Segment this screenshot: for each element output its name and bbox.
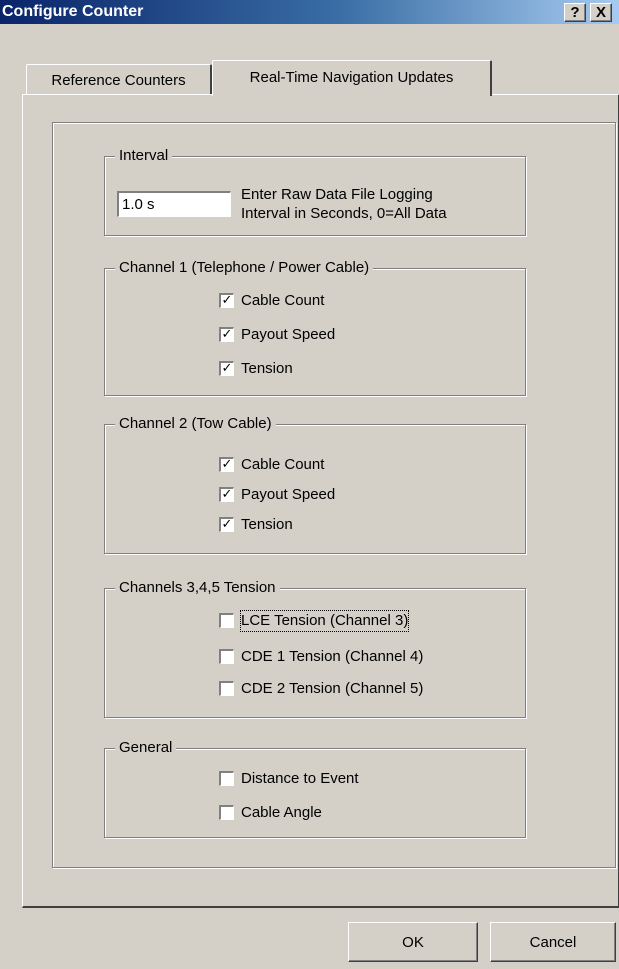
cancel-button[interactable]: Cancel — [490, 922, 616, 962]
checkbox-icon[interactable] — [219, 649, 234, 664]
checkbox-label: LCE Tension (Channel 3) — [239, 610, 410, 632]
checkbox-label: Tension — [241, 360, 293, 377]
checkbox-label: Payout Speed — [241, 326, 336, 343]
checkbox-label: Distance to Event — [241, 770, 359, 787]
help-button[interactable]: ? — [564, 3, 586, 22]
checkbox-label: Cable Count — [241, 292, 325, 309]
checkbox-label: Cable Angle — [241, 804, 322, 821]
checkbox-label: Payout Speed — [241, 486, 336, 503]
channels345-group-title: Channels 3,4,5 Tension — [115, 579, 280, 597]
channel1-group: Channel 1 (Telephone / Power Cable) ✓ Ca… — [104, 259, 526, 396]
ok-button[interactable]: OK — [348, 922, 478, 962]
interval-input[interactable] — [117, 191, 231, 217]
checkbox-icon[interactable]: ✓ — [219, 457, 234, 472]
title-bar: Configure Counter ? X — [0, 0, 619, 24]
channel2-group-title: Channel 2 (Tow Cable) — [115, 415, 276, 433]
checkbox-icon[interactable]: ✓ — [219, 327, 234, 342]
tab-real-time-navigation-updates[interactable]: Real-Time Navigation Updates — [212, 60, 492, 96]
checkbox-label: CDE 2 Tension (Channel 5) — [241, 680, 424, 697]
checkbox-icon[interactable]: ✓ — [219, 487, 234, 502]
interval-hint-line2: Interval in Seconds, 0=All Data — [241, 205, 447, 222]
interval-hint-line1: Enter Raw Data File Logging — [241, 186, 433, 203]
checkbox-label: Cable Count — [241, 456, 325, 473]
checkbox-icon[interactable] — [219, 805, 234, 820]
checkbox-icon[interactable]: ✓ — [219, 517, 234, 532]
checkbox-icon[interactable] — [219, 771, 234, 786]
general-group-title: General — [115, 739, 177, 757]
channel2-group: Channel 2 (Tow Cable) ✓ Cable Count ✓ Pa… — [104, 415, 526, 554]
checkbox-label: CDE 1 Tension (Channel 4) — [241, 648, 424, 665]
window-title: Configure Counter — [2, 3, 144, 20]
channels345-group: Channels 3,4,5 Tension LCE Tension (Chan… — [104, 579, 526, 718]
close-button[interactable]: X — [590, 3, 612, 22]
interval-hint: Enter Raw Data File Logging Interval in … — [241, 185, 447, 223]
tab-reference-counters[interactable]: Reference Counters — [26, 64, 212, 94]
channel1-group-title: Channel 1 (Telephone / Power Cable) — [115, 259, 374, 277]
interval-group-title: Interval — [115, 147, 173, 165]
checkbox-icon[interactable]: ✓ — [219, 361, 234, 376]
checkbox-icon[interactable] — [219, 681, 234, 696]
checkbox-icon[interactable] — [219, 613, 234, 628]
checkbox-label: Tension — [241, 516, 293, 533]
interval-group: Interval Enter Raw Data File Logging Int… — [104, 147, 526, 236]
general-group: General Distance to Event Cable Angle — [104, 739, 526, 838]
checkbox-icon[interactable]: ✓ — [219, 293, 234, 308]
